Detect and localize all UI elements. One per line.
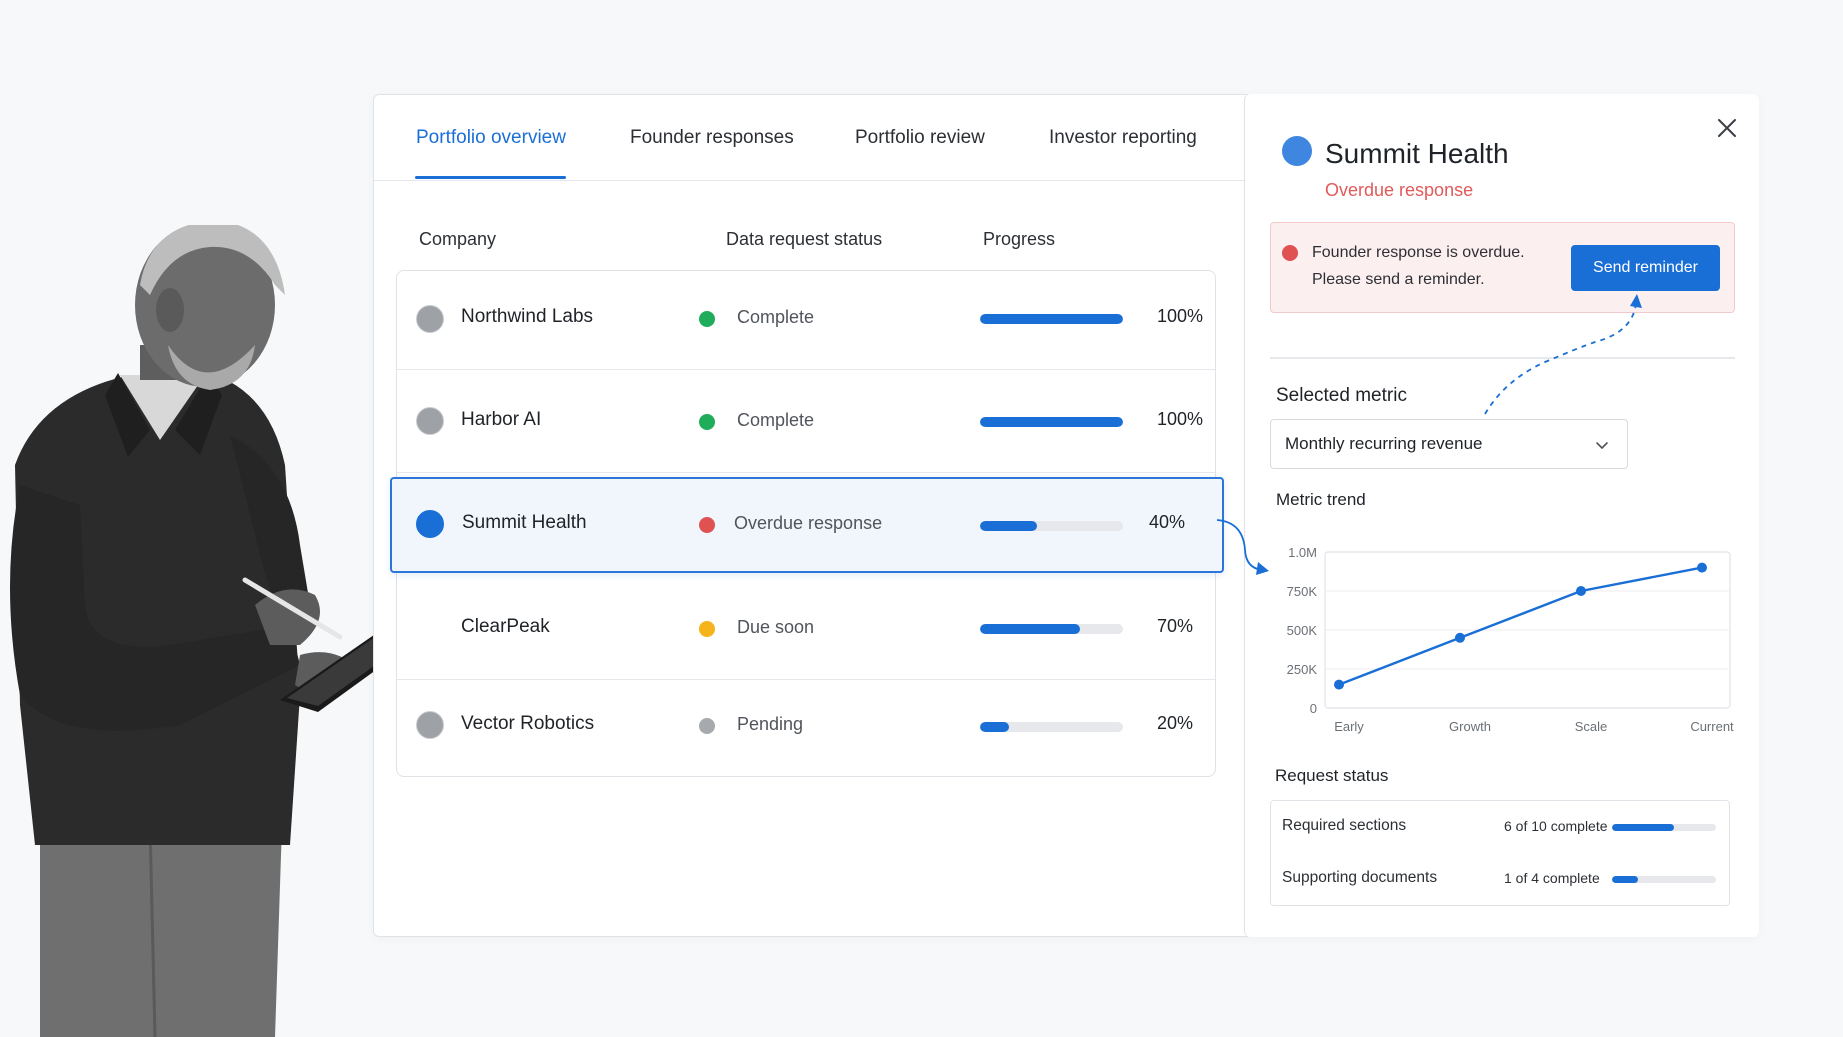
status-dot (699, 414, 715, 430)
company-name: ClearPeak (461, 616, 550, 637)
x-tick-label: Current (1690, 719, 1734, 734)
x-tick-label: Early (1334, 719, 1364, 734)
status-text: Complete (737, 307, 815, 327)
request-status-label: Request status (1275, 766, 1389, 785)
alert-status-dot (1282, 245, 1298, 261)
table-row[interactable]: Northwind Labs Complete 100% (397, 271, 1215, 370)
company-avatar (1282, 136, 1312, 166)
progress-percent: 40% (1149, 512, 1186, 532)
x-tick-label: Growth (1449, 719, 1491, 734)
status-text: Pending (737, 714, 804, 734)
request-item-count: 6 of 10 complete (1504, 818, 1608, 834)
company-avatar (416, 407, 444, 435)
tab-portfolio-review[interactable]: Portfolio review (855, 127, 985, 149)
status-text: Due soon (737, 617, 815, 637)
selected-metric-label: Selected metric (1276, 385, 1407, 406)
progress-bar (980, 521, 1123, 531)
y-tick-label: 750K (1287, 584, 1318, 599)
close-icon[interactable] (1715, 116, 1739, 140)
column-header-company: Company (419, 229, 497, 249)
tab-portfolio-overview[interactable]: Portfolio overview (416, 127, 566, 149)
progress-percent: 100% (1157, 409, 1204, 429)
status-text: Overdue response (734, 513, 883, 533)
metric-dropdown-value: Monthly recurring revenue (1285, 434, 1483, 453)
send-reminder-button[interactable]: Send reminder (1571, 245, 1720, 291)
tab-investor-reporting[interactable]: Investor reporting (1049, 127, 1197, 149)
status-dot (699, 718, 715, 734)
progress-percent: 70% (1157, 616, 1194, 636)
table-row[interactable]: Harbor AI Complete 100% (397, 370, 1215, 473)
request-item-name: Supporting documents (1282, 869, 1438, 886)
request-status-table: Required sections 6 of 10 complete Suppo… (1270, 800, 1730, 906)
request-status-row: Supporting documents 1 of 4 complete (1271, 853, 1729, 905)
table-row[interactable]: ClearPeak Due soon 70% (397, 577, 1215, 680)
portfolio-overview-pane: Portfolio overview Founder responses Por… (374, 95, 1244, 936)
request-item-name: Required sections (1282, 817, 1407, 834)
company-table: Northwind Labs Complete 100% Harbor AI C… (390, 270, 1224, 777)
company-name: Northwind Labs (461, 306, 594, 327)
chevron-down-icon (1596, 442, 1608, 449)
progress-bar-fill (980, 417, 1123, 427)
y-tick-label: 250K (1287, 662, 1318, 677)
status-dot (699, 621, 715, 637)
request-progress-fill (1612, 824, 1675, 831)
company-name: Harbor AI (461, 409, 542, 430)
progress-bar-fill (980, 314, 1123, 324)
alert-message: Founder response is overdue. (1312, 244, 1525, 261)
x-tick-label: Scale (1575, 719, 1608, 734)
active-tab-indicator (415, 176, 566, 179)
company-avatar (416, 305, 444, 333)
table-row[interactable]: Vector Robotics Pending 20% (397, 680, 1215, 776)
progress-bar (980, 314, 1123, 324)
request-status-row: Required sections 6 of 10 complete (1271, 801, 1729, 853)
detail-status-subtitle: Overdue response (1325, 180, 1474, 200)
status-text: Complete (737, 410, 815, 430)
data-point (1455, 632, 1465, 643)
column-header-progress: Progress (983, 229, 1056, 249)
request-item-count: 1 of 4 complete (1504, 870, 1600, 886)
company-detail-panel: Summit Health Overdue response Founder r… (1244, 94, 1759, 937)
request-progress-bar (1612, 876, 1716, 883)
request-progress-fill (1612, 876, 1638, 883)
column-header-status: Data request status (726, 229, 883, 249)
y-tick-label: 1.0M (1288, 545, 1317, 560)
metric-dropdown[interactable]: Monthly recurring revenue (1270, 419, 1628, 469)
data-point (1334, 679, 1344, 690)
company-avatar (416, 711, 444, 739)
data-point (1697, 562, 1707, 573)
metric-trend-label: Metric trend (1276, 490, 1366, 509)
progress-bar-fill (980, 624, 1081, 634)
detail-title: Summit Health (1325, 138, 1509, 169)
tab-founder-responses[interactable]: Founder responses (630, 127, 794, 149)
y-tick-label: 0 (1310, 701, 1317, 716)
y-tick-label: 500K (1287, 623, 1318, 638)
progress-bar-fill (980, 521, 1038, 531)
company-name: Vector Robotics (461, 713, 595, 734)
data-point (1576, 586, 1586, 596)
progress-percent: 20% (1157, 713, 1194, 733)
divider (1270, 357, 1735, 359)
progress-bar (980, 624, 1123, 634)
status-dot (699, 311, 715, 327)
portfolio-dashboard-card: Portfolio overview Founder responses Por… (373, 94, 1759, 937)
metric-trend-chart: 0 250K 500K 750K 1.0M Early Growth Scale Current (1287, 545, 1734, 734)
tab-bar: Portfolio overview Founder responses Por… (374, 95, 1244, 181)
table-row-selected[interactable]: Summit Health Overdue response 40% (390, 477, 1224, 573)
progress-bar (980, 417, 1123, 427)
progress-bar-fill (980, 722, 1009, 732)
status-dot (699, 517, 715, 533)
company-name: Summit Health (462, 512, 587, 533)
company-avatar (416, 510, 444, 538)
alert-instruction: Please send a reminder. (1312, 271, 1485, 288)
progress-bar (980, 722, 1123, 732)
request-progress-bar (1612, 824, 1716, 831)
progress-percent: 100% (1157, 306, 1204, 326)
overdue-alert: Founder response is overdue. Please send… (1270, 222, 1735, 313)
